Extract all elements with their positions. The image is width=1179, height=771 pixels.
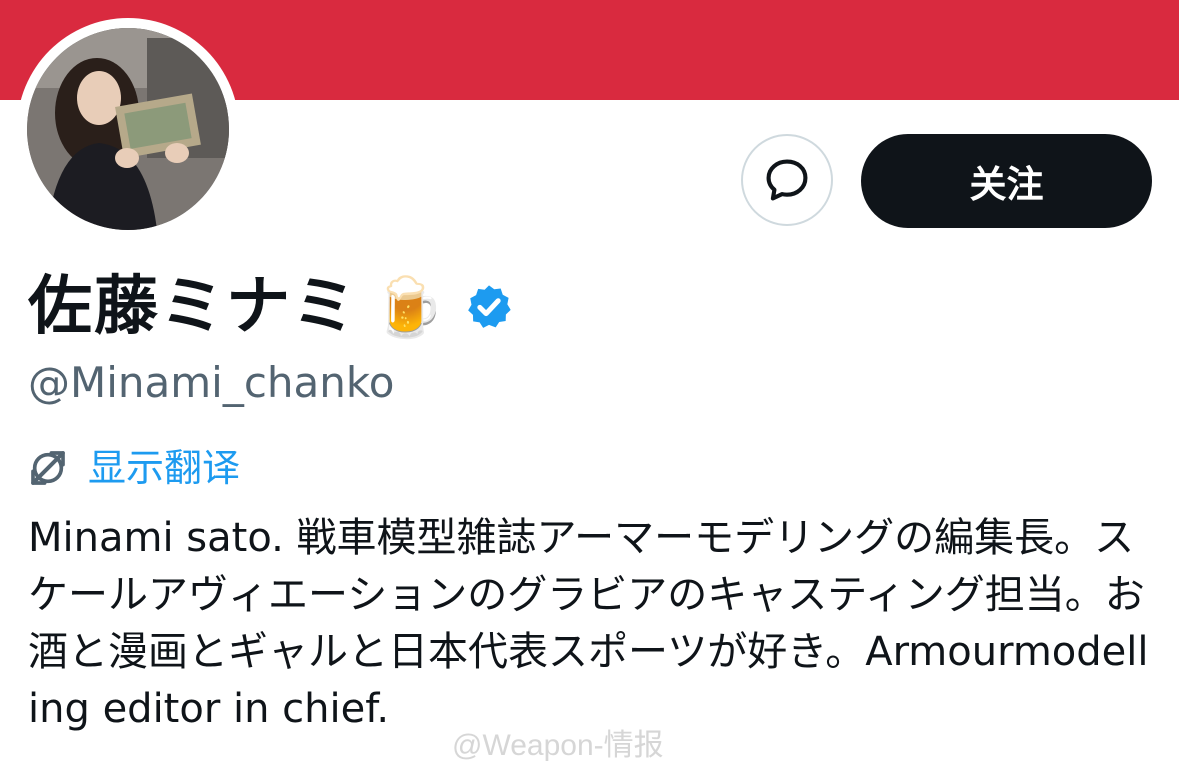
show-translation-link[interactable]: 显示翻译 <box>28 448 240 488</box>
display-name: 佐藤ミナミ <box>28 270 358 344</box>
translate-icon <box>31 451 65 485</box>
profile-handle: @Minami_chanko <box>28 358 395 407</box>
follow-button[interactable]: 关注 <box>861 134 1152 228</box>
avatar[interactable] <box>27 28 229 230</box>
message-button[interactable] <box>741 134 833 226</box>
avatar-photo <box>27 28 229 230</box>
show-translation-label: 显示翻译 <box>88 446 241 490</box>
profile-bio: Minami sato. 戦車模型雑誌アーマーモデリングの編集長。スケールアヴィ… <box>28 515 1149 732</box>
beer-mug-icon: 🍺 <box>372 273 445 341</box>
chat-bubble-icon <box>766 159 808 201</box>
follow-button-label: 关注 <box>969 163 1044 206</box>
display-name-row: 佐藤ミナミ 🍺 <box>28 262 514 352</box>
verified-badge-icon[interactable] <box>464 282 514 332</box>
